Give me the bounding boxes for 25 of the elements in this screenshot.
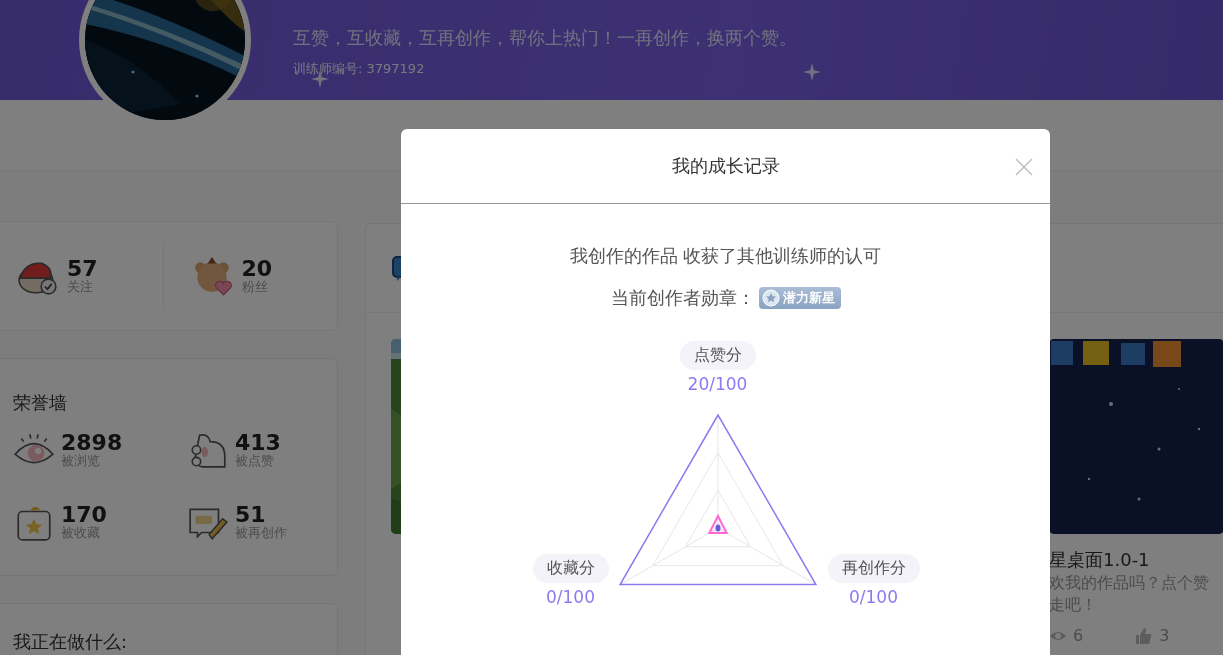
- center-dot: [715, 524, 720, 532]
- thumbs-up-icon[interactable]: [1135, 626, 1154, 645]
- axis-score: 0/100: [546, 587, 595, 607]
- stat-count: 51: [235, 504, 266, 526]
- section-title: 我正在做什么:: [13, 630, 129, 654]
- axis-label: 点赞分: [679, 341, 756, 370]
- stat-count: 413: [235, 432, 281, 454]
- axis-label: 再创作分: [827, 554, 920, 583]
- section-title: 荣誉墙: [13, 391, 68, 415]
- axis-score: 20/100: [687, 374, 748, 394]
- trainer-id: 训练师编号: 3797192: [293, 60, 425, 78]
- stat-count: 2898: [61, 432, 123, 454]
- work-title[interactable]: 星桌面1.0-1: [1049, 548, 1223, 572]
- dialog-title: 我的成长记录: [671, 154, 780, 178]
- creator-badge: 潜力新星: [758, 287, 841, 309]
- close-button[interactable]: [1014, 157, 1034, 177]
- sparkle-icon: [803, 63, 821, 81]
- badge-label: 当前创作者勋章：: [610, 286, 755, 310]
- stat-count: 20: [241, 258, 273, 280]
- stat-count: 57: [67, 258, 98, 280]
- axis-label: 收藏分: [532, 554, 609, 583]
- score-polygon: [707, 513, 728, 534]
- dialog-message: 我创作的作品 收获了其他训练师的认可: [569, 244, 882, 268]
- stat-count: 170: [61, 504, 107, 526]
- axis-score: 0/100: [849, 587, 898, 607]
